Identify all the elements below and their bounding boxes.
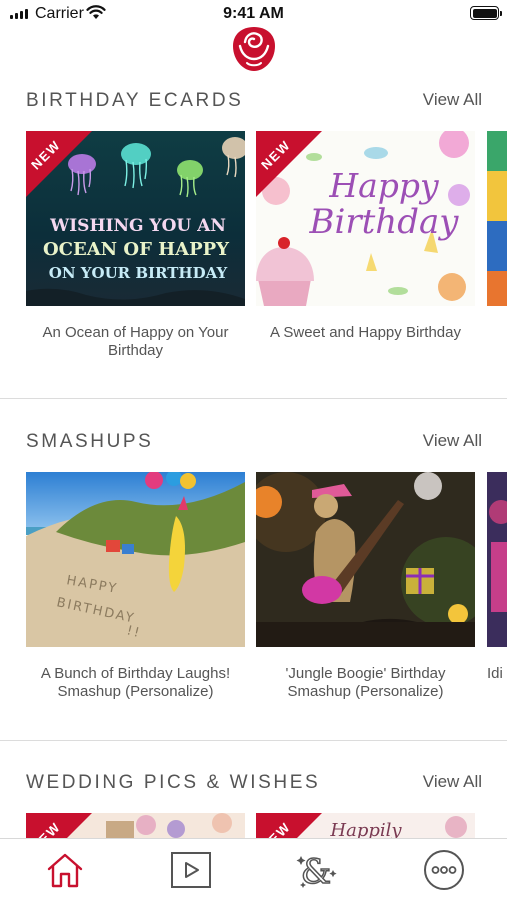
battery-icon [470, 6, 502, 20]
section-title: SMASHUPS [26, 431, 154, 452]
section-divider [0, 740, 507, 741]
app-screen: Carrier 9:41 AM BIRTHDAY ECARDS View All [0, 0, 507, 900]
ampersand-sparkle-icon: & [296, 851, 337, 892]
section-title: WEDDING PICS & WISHES [26, 772, 321, 793]
section-header: SMASHUPS View All [26, 431, 482, 455]
status-bar: Carrier 9:41 AM [0, 0, 507, 26]
card-caption-peek: Idi [487, 665, 503, 682]
home-icon [47, 853, 83, 888]
more-ellipsis-icon [424, 850, 464, 890]
bottom-tab-bar: & [0, 838, 507, 900]
video-play-icon [171, 852, 211, 888]
card-caption: An Ocean of Happy on Your Birthday [42, 324, 229, 359]
card-peek-next[interactable] [487, 131, 507, 306]
card-art-text: OCEAN OF HAPPY [43, 239, 230, 260]
card-thumbnail: HAPPY BIRTHDAY !! [26, 472, 245, 647]
tab-create[interactable]: & [294, 847, 340, 893]
section-header: WEDDING PICS & WISHES View All [26, 772, 482, 796]
card-art-text: WISHING YOU AN [49, 216, 226, 236]
card-caption: A Bunch of Birthday Laughs! Smashup (Per… [40, 665, 231, 700]
tab-video[interactable] [168, 847, 214, 893]
card-caption: 'Jungle Boogie' Birthday Smashup (Person… [285, 665, 446, 700]
section-birthday-ecards: BIRTHDAY ECARDS View All WISHING YOU AN … [0, 90, 507, 400]
card-thumbnail [256, 472, 475, 647]
card-art-text: Birthday [309, 202, 460, 242]
rose-logo-icon [233, 27, 275, 71]
status-time: 9:41 AM [223, 5, 284, 22]
card-caption: A Sweet and Happy Birthday [270, 324, 461, 341]
section-wedding-pics-wishes: WEDDING PICS & WISHES View All NEW Happi… [0, 772, 507, 838]
section-header: BIRTHDAY ECARDS View All [26, 90, 482, 114]
section-divider [0, 398, 507, 399]
card-thumbnail: Happy Birthday NEW [256, 131, 475, 306]
section-smashups: SMASHUPS View All HAPPY BIRTHDAY !! A Bu… [0, 431, 507, 741]
view-all-link[interactable]: View All [423, 90, 482, 110]
tab-more[interactable] [421, 847, 467, 893]
view-all-link[interactable]: View All [423, 431, 482, 451]
svg-text:&: & [301, 852, 331, 892]
card-art-text: ON YOUR BIRTHDAY [49, 264, 228, 282]
card-art-text: Happily [329, 820, 402, 838]
tab-home[interactable] [42, 847, 88, 893]
card-art-text: Happy [328, 166, 439, 205]
wedding-card-1[interactable]: NEW [26, 813, 245, 838]
section-title: BIRTHDAY ECARDS [26, 90, 244, 111]
view-all-link[interactable]: View All [423, 772, 482, 792]
card-peek-next[interactable] [487, 472, 507, 647]
card-thumbnail: WISHING YOU AN OCEAN OF HAPPY ON YOUR BI… [26, 131, 245, 306]
wedding-card-2[interactable]: Happily NEW [256, 813, 475, 838]
